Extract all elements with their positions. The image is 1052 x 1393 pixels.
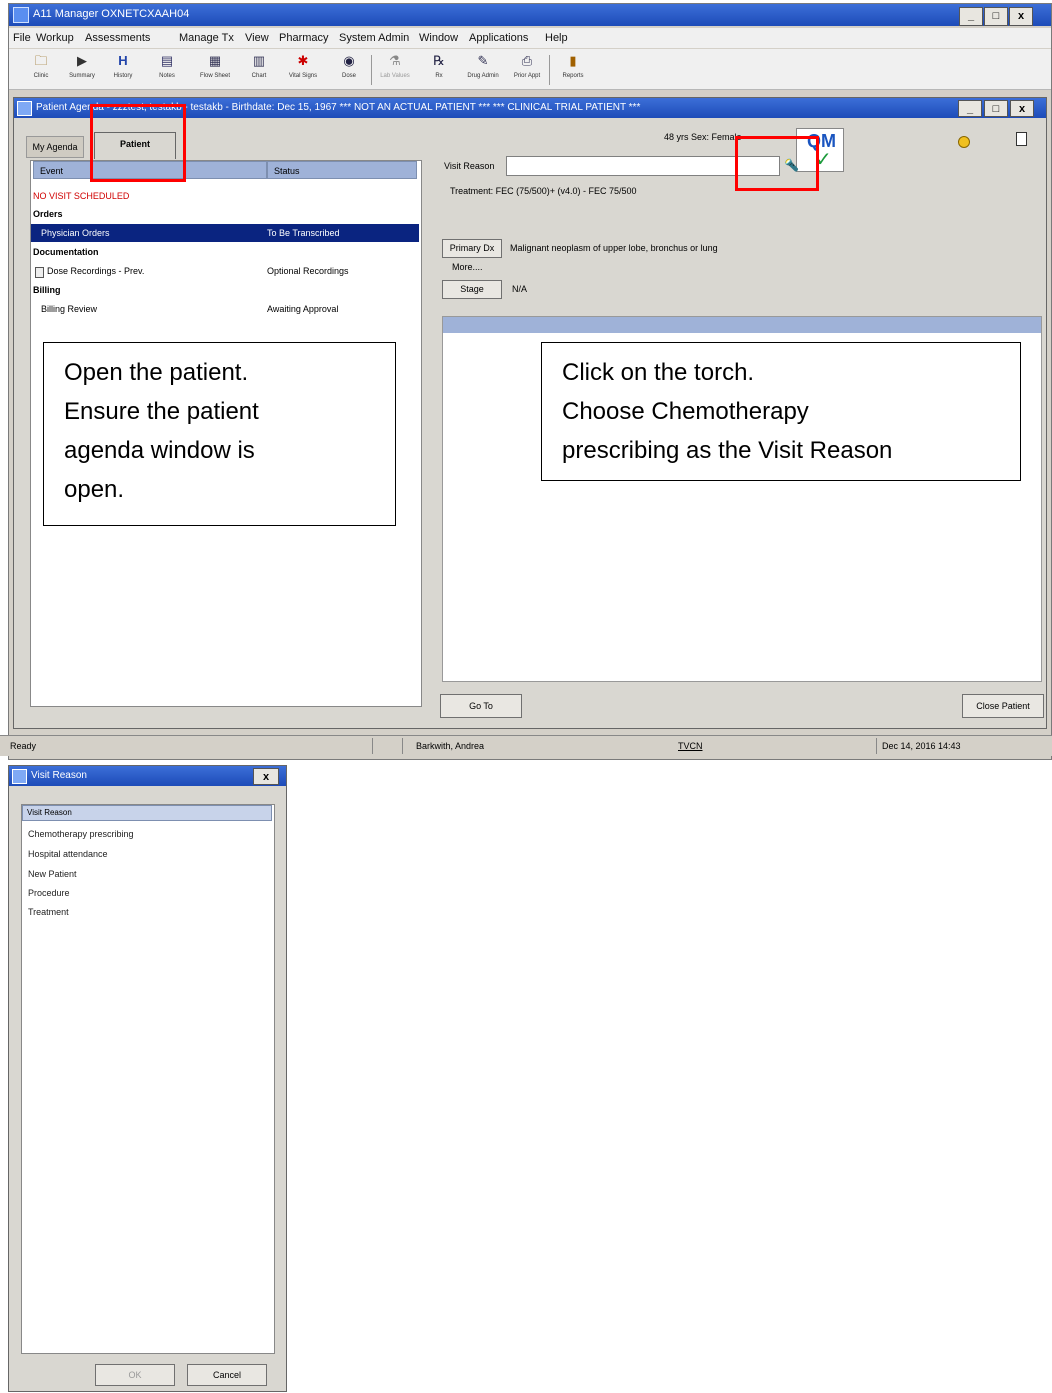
toolbar-summary-button[interactable]: ▶ Summary [64, 51, 100, 87]
highlight-patient-tab [90, 104, 186, 182]
toolbar-drug-admin-button[interactable]: ✎ Drug Admin [465, 51, 501, 87]
visit-reason-list-header[interactable]: Visit Reason [22, 805, 272, 821]
highlight-torch-button [735, 136, 819, 191]
visit-reason-dialog: Visit Reason x Visit Reason Chemotherapy… [8, 765, 287, 1392]
list-section-orders: Orders [33, 209, 63, 219]
more-link[interactable]: More.... [452, 262, 483, 272]
toolbar-dose-button[interactable]: ◉ Dose [331, 51, 367, 87]
list-item[interactable]: NO VISIT SCHEDULED [31, 187, 419, 205]
instruction-note-left: Open the patient. Ensure the patient age… [43, 342, 396, 526]
status-bar: Ready Barkwith, Andrea TVCN Dec 14, 2016… [0, 735, 1052, 756]
ok-button[interactable]: OK [95, 1364, 175, 1386]
toolbar-history-button[interactable]: H History [105, 51, 141, 87]
stage-value: N/A [512, 284, 528, 294]
list-item-billing-review[interactable]: Billing Review Awaiting Approval [31, 300, 419, 318]
vitals-icon: ✱ [297, 53, 309, 68]
close-button[interactable]: x [1009, 7, 1033, 26]
menu-pharmacy[interactable]: Pharmacy [279, 32, 329, 44]
menu-view[interactable]: View [245, 32, 269, 44]
toolbar-reports-button[interactable]: ▮ Reports [555, 51, 591, 87]
list-section-documentation: Documentation [33, 247, 99, 257]
menu-bar: File Workup Assessments Manage Tx View P… [9, 28, 1051, 48]
cancel-button[interactable]: Cancel [187, 1364, 267, 1386]
app-icon [13, 7, 29, 23]
primary-dx-value: Malignant neoplasm of upper lobe, bronch… [510, 243, 718, 253]
dialog-close-button[interactable]: x [253, 768, 279, 785]
agenda-maximize-button[interactable]: □ [984, 100, 1008, 117]
dose-icon: ◉ [343, 53, 355, 68]
patient-age-sex: 48 yrs Sex: Female [664, 132, 742, 142]
status-datetime: Dec 14, 2016 14:43 [882, 741, 961, 751]
menu-help[interactable]: Help [545, 32, 568, 44]
document-icon[interactable] [1016, 132, 1027, 146]
lab-icon: ⚗ [389, 53, 401, 68]
column-header-status[interactable]: Status [267, 161, 417, 179]
dialog-title: Visit Reason [31, 770, 87, 781]
menu-assessments[interactable]: Assessments [85, 32, 150, 44]
menu-window[interactable]: Window [419, 32, 458, 44]
dialog-titlebar: Visit Reason x [9, 766, 286, 786]
status-location: TVCN [678, 741, 703, 751]
summary-icon: ▶ [77, 53, 87, 68]
history-icon: H [118, 53, 128, 68]
visit-reason-label: Visit Reason [444, 161, 495, 171]
toolbar-separator [549, 55, 550, 85]
app-title: A11 Manager OXNETCXAAH04 [33, 8, 190, 20]
drug-admin-icon: ✎ [477, 53, 489, 68]
treatment-label: Treatment: FEC (75/500)+ (v4.0) - FEC 75… [450, 186, 637, 196]
list-item-new-patient[interactable]: New Patient [28, 869, 77, 879]
toolbar-rx-button[interactable]: ℞ Rx [421, 51, 457, 87]
alert-icon[interactable] [958, 136, 970, 148]
detail-panel-header [443, 317, 1041, 333]
toolbar-separator [371, 55, 372, 85]
app-titlebar: A11 Manager OXNETCXAAH04 _ □ x [9, 4, 1051, 26]
agenda-close-button[interactable]: x [1010, 100, 1034, 117]
menu-workup[interactable]: Workup [36, 32, 74, 44]
toolbar-notes-button[interactable]: ▤ Notes [149, 51, 185, 87]
list-item-physician-orders[interactable]: Physician Orders To Be Transcribed [31, 224, 419, 242]
folder-icon: 🗀 [34, 53, 48, 68]
chart-icon: ▥ [252, 53, 266, 68]
toolbar-lab-button[interactable]: ⚗ Lab Values [377, 51, 413, 87]
visit-reason-list: Visit Reason Chemotherapy prescribing Ho… [21, 804, 275, 1354]
notes-icon: ▤ [160, 53, 174, 68]
list-item-dose-recordings[interactable]: Dose Recordings - Prev. Optional Recordin… [31, 262, 419, 280]
list-section-billing: Billing [33, 285, 61, 295]
toolbar-vitals-button[interactable]: ✱ Vital Signs [285, 51, 321, 87]
list-item-treatment[interactable]: Treatment [28, 907, 69, 917]
toolbar-chart-button[interactable]: ▥ Chart [241, 51, 277, 87]
rx-icon: ℞ [433, 53, 445, 68]
status-divider [372, 738, 373, 754]
status-divider [876, 738, 877, 754]
close-patient-button[interactable]: Close Patient [962, 694, 1044, 718]
status-user: Barkwith, Andrea [416, 741, 485, 751]
list-item-procedure[interactable]: Procedure [28, 888, 70, 898]
toolbar: 🗀 Clinic ▶ Summary H History ▤ Notes ▦ Flow S… [9, 49, 1051, 90]
prior-appt-icon: ⎙ [521, 53, 533, 68]
status-divider [402, 738, 403, 754]
status-ready: Ready [10, 741, 37, 751]
minimize-button[interactable]: _ [959, 7, 983, 26]
toolbar-prior-appt-button[interactable]: ⎙ Prior Appt [509, 51, 545, 87]
agenda-window-icon [17, 101, 32, 116]
agenda-minimize-button[interactable]: _ [958, 100, 982, 117]
primary-dx-button[interactable]: Primary Dx [442, 239, 502, 258]
list-item-hospital-attendance[interactable]: Hospital attendance [28, 849, 108, 859]
menu-system-admin[interactable]: System Admin [339, 32, 409, 44]
menu-file[interactable]: File [13, 32, 31, 44]
menu-manage-tx[interactable]: Manage Tx [179, 32, 234, 44]
menu-applications[interactable]: Applications [469, 32, 528, 44]
list-item-chemotherapy-prescribing[interactable]: Chemotherapy prescribing [28, 829, 134, 839]
maximize-button[interactable]: □ [984, 7, 1008, 26]
toolbar-clinic-button[interactable]: 🗀 Clinic [23, 51, 59, 87]
go-to-button[interactable]: Go To [440, 694, 522, 718]
instruction-note-right: Click on the torch. Choose Chemotherapy … [541, 342, 1021, 481]
toolbar-flowsheet-button[interactable]: ▦ Flow Sheet [197, 51, 233, 87]
document-icon [35, 267, 44, 278]
dialog-icon [12, 769, 27, 784]
stage-button[interactable]: Stage [442, 280, 502, 299]
reports-icon: ▮ [569, 53, 577, 68]
tab-my-agenda[interactable]: My Agenda [26, 136, 84, 158]
flowsheet-icon: ▦ [208, 53, 222, 68]
